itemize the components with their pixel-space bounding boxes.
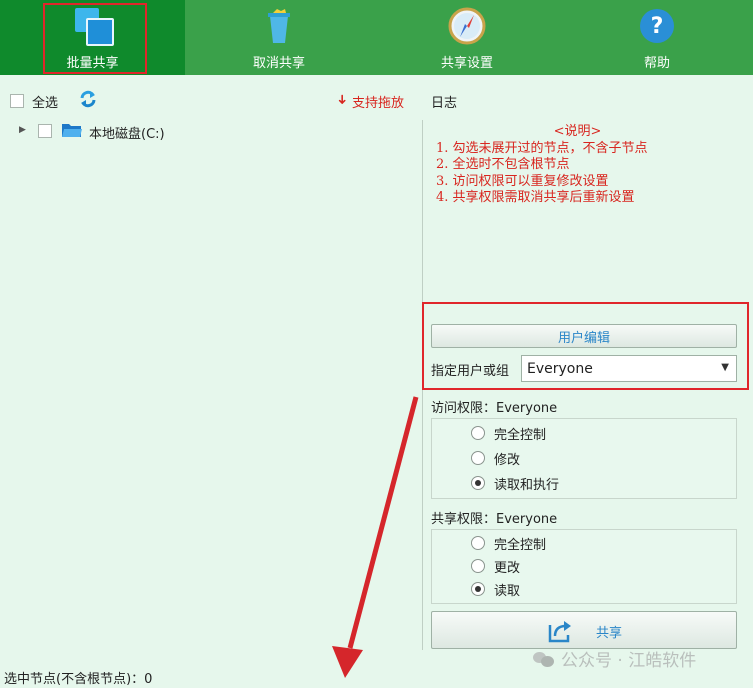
share-label-full-control: 完全控制 bbox=[494, 538, 547, 553]
batch-share-highlight bbox=[43, 3, 147, 74]
user-section-highlight bbox=[422, 302, 749, 390]
note-line-2: 2. 全选时不包含根节点 bbox=[436, 157, 570, 172]
share-radio-read[interactable] bbox=[471, 582, 485, 596]
help-icon: ? bbox=[637, 6, 677, 46]
trash-icon bbox=[259, 6, 299, 46]
notes-title: <说明> bbox=[553, 124, 602, 139]
help-label: 帮助 bbox=[643, 56, 670, 71]
help-button[interactable]: ? 帮助 bbox=[561, 0, 753, 75]
status-text: 选中节点(不含根节点)：0 bbox=[4, 672, 153, 687]
access-label-full-control: 完全控制 bbox=[494, 428, 547, 443]
root-label: 本地磁盘(C:) bbox=[89, 127, 165, 142]
watermark: 公众号 · 江皓软件 bbox=[533, 646, 696, 671]
share-arrow-icon bbox=[547, 619, 573, 643]
access-radio-read-execute[interactable] bbox=[471, 476, 485, 490]
share-settings-button[interactable]: 共享设置 bbox=[373, 0, 561, 75]
share-button[interactable]: 共享 bbox=[431, 611, 737, 649]
cancel-share-label: 取消共享 bbox=[252, 56, 305, 71]
log-title: 日志 bbox=[431, 96, 458, 111]
wechat-icon bbox=[533, 650, 555, 668]
access-radio-modify[interactable] bbox=[471, 451, 485, 465]
drag-arrow-icon: ➜ bbox=[333, 94, 349, 105]
access-title: 访问权限：Everyone bbox=[431, 401, 558, 416]
share-label-change: 更改 bbox=[494, 561, 521, 576]
select-all-checkbox[interactable] bbox=[10, 94, 24, 108]
note-line-3: 3. 访问权限可以重复修改设置 bbox=[436, 173, 609, 189]
access-label-modify: 修改 bbox=[494, 453, 521, 468]
note-line-1: 1. 勾选未展开过的节点，不含子节点 bbox=[436, 140, 648, 156]
share-settings-label: 共享设置 bbox=[440, 56, 493, 71]
root-checkbox[interactable] bbox=[38, 124, 52, 138]
note-line-4: 4. 共享权限需取消共享后重新设置 bbox=[436, 190, 635, 205]
folder-icon bbox=[61, 121, 83, 139]
cancel-share-button[interactable]: 取消共享 bbox=[185, 0, 373, 75]
access-radio-full-control[interactable] bbox=[471, 426, 485, 440]
select-all-label: 全选 bbox=[32, 96, 59, 111]
share-button-label: 共享 bbox=[596, 626, 623, 641]
share-title: 共享权限：Everyone bbox=[431, 512, 558, 527]
notes-panel: <说明> 1. 勾选未展开过的节点，不含子节点 2. 全选时不包含根节点 3. … bbox=[430, 120, 740, 300]
compass-icon bbox=[447, 6, 487, 46]
access-label-read-execute: 读取和执行 bbox=[494, 478, 560, 493]
share-label-read: 读取 bbox=[494, 584, 521, 599]
share-radio-full-control[interactable] bbox=[471, 536, 485, 550]
help-glyph: ? bbox=[640, 9, 674, 43]
drag-hint-label: 支持拖放 bbox=[352, 96, 405, 111]
refresh-icon[interactable] bbox=[78, 89, 98, 109]
watermark-text: 公众号 · 江皓软件 bbox=[561, 651, 697, 671]
expand-arrow-icon[interactable]: ▶ bbox=[19, 125, 26, 135]
share-radio-change[interactable] bbox=[471, 559, 485, 573]
